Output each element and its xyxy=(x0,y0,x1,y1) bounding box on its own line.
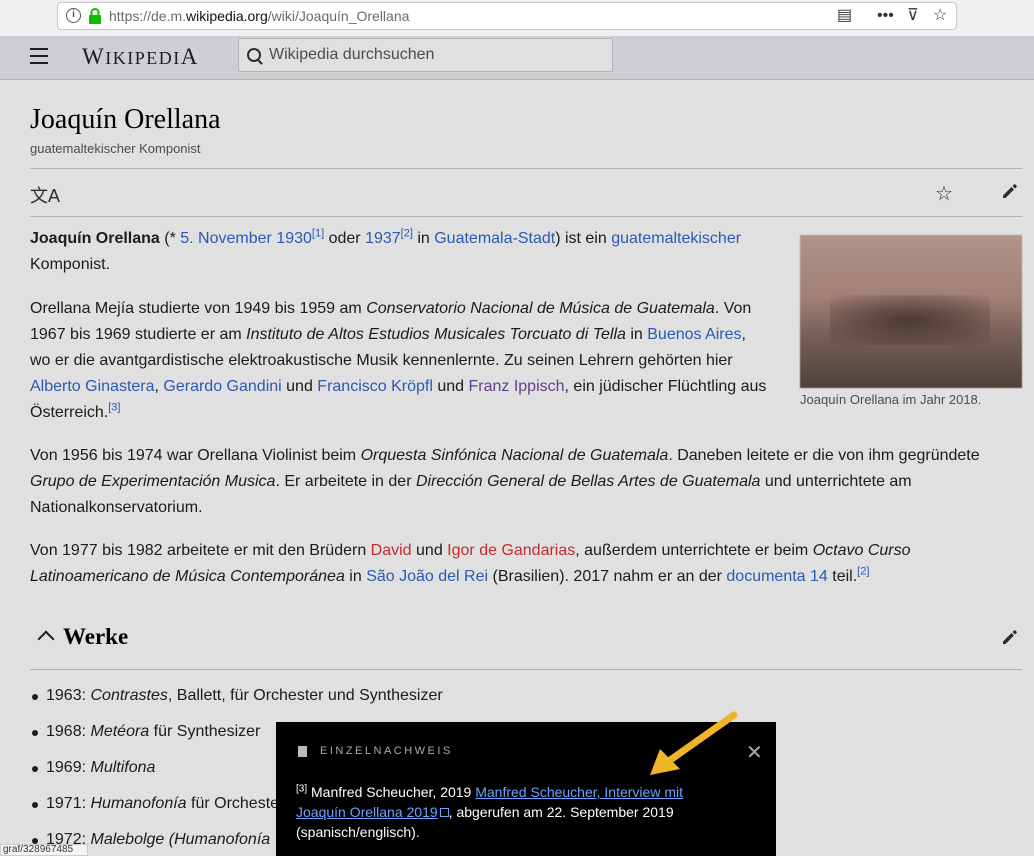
page-title: Joaquín Orellana xyxy=(30,104,221,135)
edit-pencil-icon[interactable] xyxy=(1000,181,1020,201)
hamburger-menu-icon[interactable] xyxy=(30,48,48,64)
wiki-header: WIKIPEDIA xyxy=(0,36,1034,80)
divider xyxy=(30,669,1022,670)
portrait-image[interactable] xyxy=(800,235,1022,388)
divider xyxy=(30,168,1022,169)
url-text[interactable]: https://de.m.wikipedia.org/wiki/Joaquín_… xyxy=(109,8,409,24)
paragraph-education: Orellana Mejía studierte von 1949 bis 19… xyxy=(30,300,767,421)
bookmark-star-icon[interactable]: ☆ xyxy=(933,7,947,25)
divider xyxy=(30,216,1022,217)
reference-header: EINZELNACHWEIS xyxy=(320,745,453,757)
paragraph-intro: Joaquín Orellana (* 5. November 1930[1] … xyxy=(30,227,742,273)
status-bar: graf/328967485 xyxy=(0,844,88,856)
ref-1[interactable]: [1] xyxy=(312,228,324,240)
ref-3[interactable]: [3] xyxy=(108,402,120,414)
language-icon[interactable]: 文A xyxy=(30,182,60,208)
link-kroepfl[interactable]: Francisco Kröpfl xyxy=(317,378,433,395)
link-david[interactable]: David xyxy=(371,542,412,559)
link-year[interactable]: 1937 xyxy=(365,230,401,247)
ref-2[interactable]: [2] xyxy=(401,228,413,240)
link-documenta[interactable]: documenta 14 xyxy=(726,568,827,585)
image-caption: Joaquín Orellana im Jahr 2018. xyxy=(800,392,982,407)
watch-star-icon[interactable]: ☆ xyxy=(935,181,953,206)
chevron-up-icon[interactable] xyxy=(37,630,55,648)
link-ippisch[interactable]: Franz Ippisch xyxy=(468,378,564,395)
link-ginastera[interactable]: Alberto Ginastera xyxy=(30,378,155,395)
link-gandini[interactable]: Gerardo Gandini xyxy=(163,378,281,395)
more-icon[interactable]: ••• xyxy=(877,7,894,25)
search-icon xyxy=(247,48,261,62)
link-guatemaltekischer[interactable]: guatemaltekischer xyxy=(611,230,741,247)
pocket-icon[interactable]: ⊽ xyxy=(907,7,919,25)
search-box[interactable] xyxy=(238,38,613,72)
reader-view-icon[interactable]: ▤ xyxy=(837,7,852,25)
document-icon xyxy=(298,746,307,757)
section-edit-icon[interactable] xyxy=(1000,627,1020,647)
link-guatemala-stadt[interactable]: Guatemala-Stadt xyxy=(434,230,555,247)
lock-icon xyxy=(89,8,101,24)
list-item: 1963: Contrastes, Ballett, für Orchester… xyxy=(30,683,443,719)
ref-2b[interactable]: [2] xyxy=(857,566,869,578)
paragraph-career: Von 1956 bis 1974 war Orellana Violinist… xyxy=(30,447,980,516)
external-link-icon xyxy=(439,808,449,817)
wikipedia-logo[interactable]: WIKIPEDIA xyxy=(82,44,199,70)
url-bar[interactable]: i https://de.m.wikipedia.org/wiki/Joaquí… xyxy=(57,2,957,30)
link-buenos-aires[interactable]: Buenos Aires xyxy=(647,326,741,343)
paragraph-later: Von 1977 bis 1982 arbeitete er mit den B… xyxy=(30,542,911,585)
browser-toolbar: i https://de.m.wikipedia.org/wiki/Joaquí… xyxy=(0,0,1034,36)
reference-text: [3] Manfred Scheucher, 2019 Manfred Sche… xyxy=(296,783,683,840)
link-date[interactable]: 5. November 1930 xyxy=(180,230,312,247)
page-subtitle: guatemaltekischer Komponist xyxy=(30,141,201,156)
link-sao-joao[interactable]: São João del Rei xyxy=(366,568,488,585)
annotation-arrow-icon xyxy=(650,711,738,775)
link-igor[interactable]: Igor de Gandarias xyxy=(447,542,575,559)
info-icon[interactable]: i xyxy=(66,8,81,23)
search-input[interactable] xyxy=(269,45,599,65)
section-title[interactable]: Werke xyxy=(63,624,128,650)
